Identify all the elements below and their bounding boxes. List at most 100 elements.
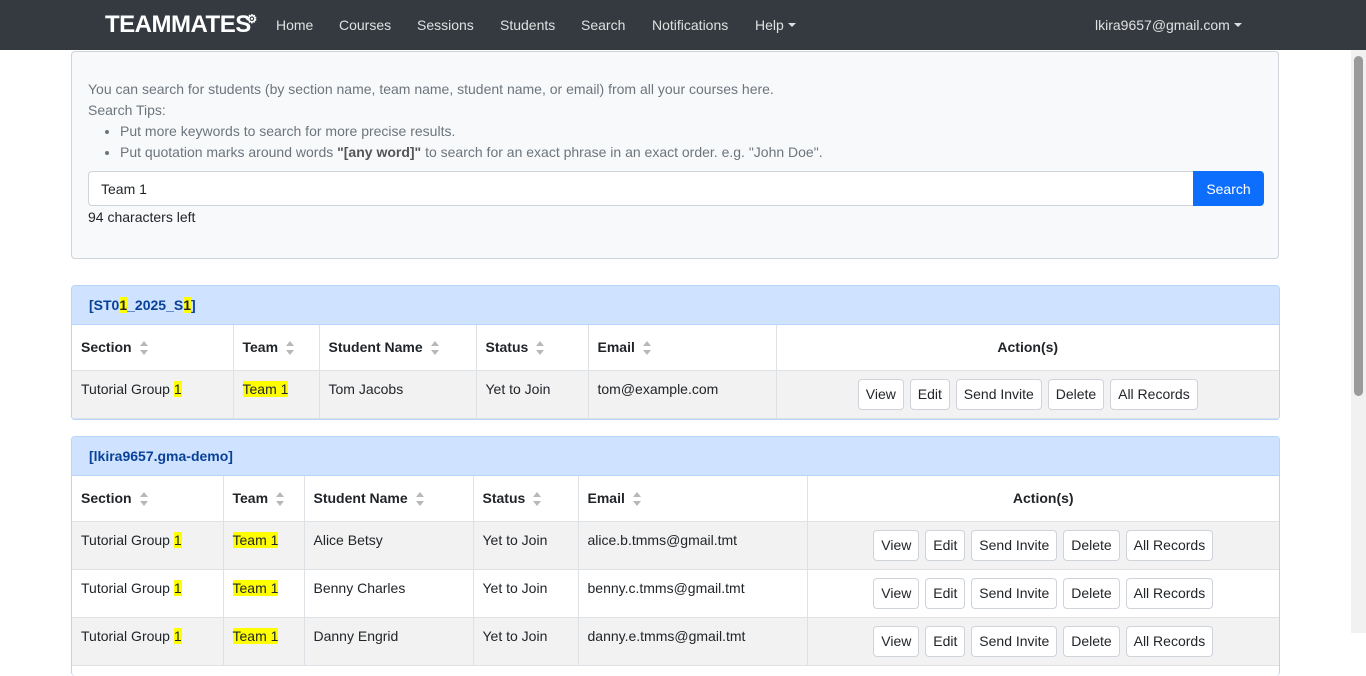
cell-section: Tutorial Group 1 — [72, 370, 234, 419]
cell-section: Tutorial Group 1 — [72, 569, 224, 618]
sort-icon — [536, 341, 545, 356]
column-header-actions: Action(s) — [807, 476, 1279, 522]
delete-button[interactable]: Delete — [1063, 625, 1120, 657]
table-row: Tutorial Group 1 Team 1 Alice Betsy Yet … — [72, 521, 1279, 570]
column-label: Email — [597, 339, 635, 356]
edit-button[interactable]: Edit — [925, 529, 966, 561]
view-button[interactable]: View — [873, 625, 920, 657]
all-records-button[interactable]: All Records — [1110, 378, 1198, 410]
cell-section: Tutorial Group 1 — [72, 521, 224, 570]
section-text: Tutorial Group — [81, 579, 174, 596]
send-invite-button[interactable]: Send Invite — [971, 529, 1058, 561]
table-header-row: Section Team Student Name Status Email A… — [72, 476, 1279, 522]
nav-help-dropdown[interactable]: Help — [755, 16, 796, 34]
nav-students[interactable]: Students — [500, 16, 555, 34]
column-header-status[interactable]: Status — [476, 325, 589, 371]
table-row: Tutorial Group 1 Team 1 Danny Engrid Yet… — [72, 617, 1279, 666]
column-header-team[interactable]: Team — [233, 325, 320, 371]
user-email: lkira9657@gmail.com — [1095, 17, 1230, 33]
course-id-highlight: 1 — [119, 297, 128, 313]
sort-icon — [415, 492, 424, 507]
sort-icon — [642, 341, 651, 356]
delete-button[interactable]: Delete — [1063, 577, 1120, 609]
table-header-row: Section Team Student Name Status Email A… — [72, 325, 1279, 371]
cell-status: Yet to Join — [473, 521, 579, 570]
column-label: Section — [81, 490, 132, 507]
nav-home[interactable]: Home — [276, 16, 313, 34]
cell-status: Yet to Join — [473, 617, 579, 666]
column-header-email[interactable]: Email — [588, 325, 777, 371]
nav-notifications[interactable]: Notifications — [652, 16, 728, 34]
column-label: Email — [587, 490, 625, 507]
search-button[interactable]: Search — [1193, 171, 1264, 206]
scrollbar-thumb[interactable] — [1354, 56, 1363, 396]
course-id-part: _2025_S — [127, 297, 184, 313]
sort-icon — [139, 341, 148, 356]
course-id-part: [ST0 — [89, 297, 120, 313]
team-highlight: Team 1 — [232, 531, 279, 548]
cell-actions: View Edit Send Invite Delete All Records — [807, 521, 1279, 570]
nav-search[interactable]: Search — [581, 16, 625, 34]
section-highlight: 1 — [173, 627, 182, 644]
team-highlight: Team 1 — [232, 579, 279, 596]
column-header-section[interactable]: Section — [72, 325, 234, 371]
cell-team: Team 1 — [223, 617, 305, 666]
search-tips-title: Search Tips: — [88, 102, 166, 118]
all-records-button[interactable]: All Records — [1125, 529, 1214, 561]
sort-icon — [139, 492, 148, 507]
cell-team: Team 1 — [233, 370, 320, 419]
column-header-student-name[interactable]: Student Name — [319, 325, 477, 371]
send-invite-button[interactable]: Send Invite — [955, 378, 1042, 410]
nav-courses[interactable]: Courses — [339, 16, 391, 34]
cell-email: danny.e.tmms@gmail.tmt — [578, 617, 808, 666]
delete-button[interactable]: Delete — [1063, 529, 1120, 561]
send-invite-button[interactable]: Send Invite — [971, 625, 1058, 657]
cell-actions: View Edit Send Invite Delete All Records — [776, 370, 1279, 419]
section-text: Tutorial Group — [81, 380, 174, 397]
team-highlight: Team 1 — [242, 380, 289, 397]
cell-email: benny.c.tmms@gmail.tmt — [578, 569, 808, 618]
all-records-button[interactable]: All Records — [1125, 577, 1214, 609]
teammates-logo[interactable]: TEAMMATES ⚙ — [105, 12, 257, 38]
characters-left-counter: 94 characters left — [88, 209, 196, 225]
view-button[interactable]: View — [857, 378, 904, 410]
cell-team: Team 1 — [223, 521, 305, 570]
view-button[interactable]: View — [873, 577, 920, 609]
column-header-team[interactable]: Team — [223, 476, 305, 522]
cell-team: Team 1 — [223, 569, 305, 618]
search-tip-item: Put more keywords to search for more pre… — [120, 121, 823, 142]
nav-sessions[interactable]: Sessions — [417, 16, 474, 34]
tip2-keyword: "[any word]" — [337, 144, 422, 160]
column-label: Status — [485, 339, 529, 356]
edit-button[interactable]: Edit — [909, 378, 950, 410]
column-header-section[interactable]: Section — [72, 476, 224, 522]
search-input[interactable] — [88, 171, 1194, 206]
sort-icon — [533, 492, 542, 507]
edit-button[interactable]: Edit — [925, 577, 966, 609]
sort-icon — [430, 341, 439, 356]
cell-student-name: Alice Betsy — [304, 521, 474, 570]
column-label: Student Name — [328, 339, 423, 356]
help-label: Help — [755, 17, 784, 33]
search-intro: You can search for students (by section … — [88, 81, 774, 97]
delete-button[interactable]: Delete — [1047, 378, 1105, 410]
course-header[interactable]: [lkira9657.gma-demo] — [72, 437, 1279, 476]
send-invite-button[interactable]: Send Invite — [971, 577, 1058, 609]
column-header-email[interactable]: Email — [578, 476, 808, 522]
user-account-dropdown[interactable]: lkira9657@gmail.com — [1095, 16, 1242, 34]
students-table: Section Team Student Name Status Email A… — [72, 476, 1279, 666]
view-button[interactable]: View — [873, 529, 920, 561]
column-header-student-name[interactable]: Student Name — [304, 476, 474, 522]
students-table: Section Team Student Name Status Email A… — [72, 325, 1279, 419]
course-header[interactable]: [ST01_2025_S1] — [72, 286, 1279, 325]
cell-email: alice.b.tmms@gmail.tmt — [578, 521, 808, 570]
cell-actions: View Edit Send Invite Delete All Records — [807, 617, 1279, 666]
table-row: Tutorial Group 1 Team 1 Tom Jacobs Yet t… — [72, 370, 1279, 419]
column-header-actions: Action(s) — [776, 325, 1279, 371]
column-label: Team — [232, 490, 269, 507]
edit-button[interactable]: Edit — [925, 625, 966, 657]
page-scrollbar[interactable] — [1351, 50, 1366, 633]
column-header-status[interactable]: Status — [473, 476, 579, 522]
section-highlight: 1 — [173, 531, 182, 548]
all-records-button[interactable]: All Records — [1125, 625, 1214, 657]
